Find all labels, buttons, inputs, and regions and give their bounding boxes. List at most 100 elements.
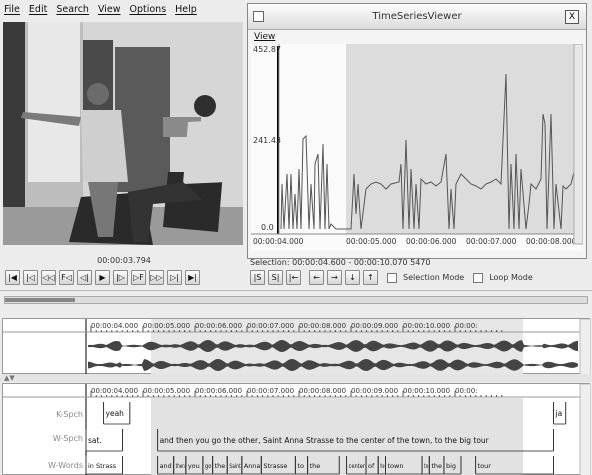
previous-frame-fast-button[interactable]: ◁◁	[41, 270, 56, 285]
step-back-button[interactable]: ◁|	[77, 270, 92, 285]
waveform-viewer[interactable]: 00:00:04.000 00:00:05.000 00:00:06.000 00:0…	[2, 318, 592, 376]
annotation[interactable]: go	[205, 462, 212, 470]
timeseries-plot[interactable]: 452.87 241.43 0.0 00:00:04.000 00:00:05.…	[251, 43, 584, 251]
annotation[interactable]: yeah	[106, 409, 125, 418]
selection-highlight	[346, 44, 576, 234]
prev-annotation-button[interactable]: ←	[309, 270, 324, 285]
timeline-scrollbar[interactable]	[4, 296, 588, 304]
annotation[interactable]: the	[310, 462, 321, 470]
panel-splitter[interactable]: ▲▼	[0, 374, 592, 382]
timeline-tick-label: 00:00:05.000	[143, 322, 190, 330]
annotation[interactable]: tour	[478, 462, 492, 470]
menu-file[interactable]: File	[4, 4, 20, 15]
close-icon[interactable]: X	[565, 10, 579, 24]
video-frame	[3, 22, 243, 245]
timeline-tick-label: 00:00:09.000	[351, 322, 398, 330]
selection-end-button[interactable]: S|	[268, 270, 283, 285]
annotation[interactable]: the	[431, 462, 442, 470]
selection-mode-checkbox[interactable]	[387, 272, 397, 283]
annotation[interactable]: big	[446, 462, 456, 470]
clear-selection-button[interactable]: |←	[286, 270, 301, 285]
annotation[interactable]: the	[380, 462, 384, 470]
y-mid-label: 241.43	[253, 136, 281, 145]
timeline-tick-label: 00:00:05.000	[143, 387, 190, 395]
tsv-title: TimeSeriesViewer	[372, 11, 462, 22]
tier-down-button[interactable]: ↓	[345, 270, 360, 285]
annotation[interactable]: ja	[555, 409, 563, 418]
elan-window: File Edit Search View Options Help 00:00…	[0, 0, 592, 475]
annotation[interactable]: town	[388, 462, 404, 470]
go-to-begin-button[interactable]: |◀	[5, 270, 20, 285]
selection-mode-label: Selection Mode	[403, 273, 465, 282]
annotation-scrollbar	[579, 383, 592, 475]
menu-help[interactable]: Help	[175, 4, 197, 15]
waveform-scrollbar	[579, 318, 592, 376]
divider	[0, 290, 592, 291]
timeline-tick-label: 00:00:	[455, 387, 478, 395]
media-timecode: 00:00:03.794	[97, 256, 151, 265]
y-bottom-label: 0.0	[261, 223, 274, 232]
timeline-tick-label: 00:00:07.000	[247, 387, 294, 395]
tsv-scrollbar	[573, 43, 584, 245]
timeline-tick-label: 00:00:10.000	[403, 387, 450, 395]
annotation[interactable]: you	[188, 462, 200, 470]
y-top-label: 452.87	[253, 45, 281, 54]
next-frame-button[interactable]: ▷F	[131, 270, 146, 285]
menu-view[interactable]: View	[98, 4, 121, 15]
menu-options[interactable]: Options	[130, 4, 167, 15]
annotation[interactable]: to	[297, 462, 304, 470]
x-tick-label: 00:00:08.000	[526, 237, 577, 246]
loop-mode-label: Loop Mode	[489, 273, 533, 282]
annotation[interactable]: and then you go the other, Saint Anna St…	[160, 436, 490, 445]
play-button[interactable]: ▶	[95, 270, 110, 285]
timeseries-viewer-window: TimeSeriesViewer X View 452.87 241.43 0.…	[247, 3, 587, 259]
timeline-tick-label: 00:00:	[455, 322, 478, 330]
tier-label-k-spch[interactable]: K-Spch	[9, 410, 83, 419]
x-tick-label: 00:00:07.000	[466, 237, 517, 246]
x-tick-label: 00:00:04.000	[253, 237, 304, 246]
x-tick-label: 00:00:05.000	[346, 237, 397, 246]
annotation-viewer[interactable]: 00:00:04.000 00:00:05.000 00:00:06.000 00:0…	[2, 383, 592, 475]
step-forward-button[interactable]: |▷	[113, 270, 128, 285]
timeline-tick-label: 00:00:07.000	[247, 322, 294, 330]
annotation[interactable]: Strasse	[263, 462, 287, 470]
timeline-tick-label: 00:00:09.000	[351, 387, 398, 395]
next-annotation-button[interactable]: →	[327, 270, 342, 285]
timeline-tick-label: 00:00:06.000	[195, 387, 242, 395]
video-viewer[interactable]	[3, 22, 243, 245]
annotation[interactable]: the	[215, 462, 226, 470]
tier-label-w-words[interactable]: W-Words	[9, 461, 83, 470]
selection-start-button[interactable]: |S	[250, 270, 265, 285]
timeline-tick-label: 00:00:10.000	[403, 322, 450, 330]
previous-frame-button[interactable]: F◁	[59, 270, 74, 285]
next-frame-fast-button[interactable]: ▷▷	[149, 270, 164, 285]
menu-bar: File Edit Search View Options Help	[0, 0, 248, 18]
previous-second-button[interactable]: |◁	[23, 270, 38, 285]
annotation[interactable]: then	[176, 462, 185, 470]
media-controls: |◀ |◁ ◁◁ F◁ ◁| ▶ |▷ ▷F ▷▷ ▷| ▶|	[5, 270, 200, 285]
tier-up-button[interactable]: ↑	[363, 270, 378, 285]
scrollbar-thumb[interactable]	[5, 298, 75, 302]
tsv-titlebar[interactable]: TimeSeriesViewer X	[248, 4, 586, 30]
annotation[interactable]: to	[424, 462, 428, 470]
tier-label-w-spch[interactable]: W-Spch	[9, 434, 83, 443]
go-to-end-button[interactable]: ▶|	[185, 270, 200, 285]
menu-search[interactable]: Search	[56, 4, 89, 15]
next-second-button[interactable]: ▷|	[167, 270, 182, 285]
tsv-view-menu[interactable]: View	[254, 32, 275, 42]
x-tick-label: 00:00:06.000	[406, 237, 457, 246]
selection-label: Selection: 00:00:04.600 - 00:00:10.070 5…	[250, 258, 431, 267]
annotation[interactable]: sat.	[88, 436, 102, 445]
annotation[interactable]: Saint	[229, 462, 241, 470]
timeline-tick-label: 00:00:06.000	[195, 322, 242, 330]
timeline-tick-label: 00:00:08.000	[299, 322, 346, 330]
annotation[interactable]: of	[368, 462, 375, 470]
timeline-tick-label: 00:00:04.000	[91, 387, 138, 395]
annotation[interactable]: center	[349, 462, 366, 470]
annotation[interactable]: Anna	[244, 462, 260, 470]
annotation[interactable]: in Strass	[88, 462, 117, 470]
menu-edit[interactable]: Edit	[29, 4, 47, 15]
timeline-tick-label: 00:00:04.000	[91, 322, 138, 330]
annotation[interactable]: and	[160, 462, 172, 470]
loop-mode-checkbox[interactable]	[473, 272, 484, 283]
